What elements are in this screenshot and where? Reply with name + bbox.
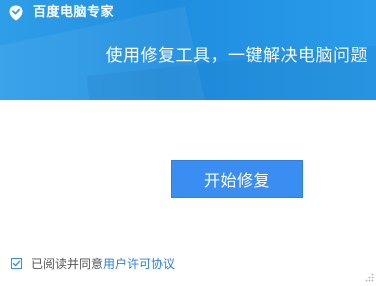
resize-grip-icon[interactable] bbox=[364, 267, 374, 282]
agree-checkbox[interactable] bbox=[11, 257, 22, 269]
license-agreement-link[interactable]: 用户许可协议 bbox=[103, 255, 175, 272]
agree-text: 已阅读并同意 bbox=[31, 256, 104, 271]
header-tagline: 使用修复工具，一键解决电脑问题 bbox=[105, 46, 368, 66]
license-agreement-row: 已阅读并同意 用户许可协议 bbox=[11, 255, 175, 271]
checkmark-icon bbox=[12, 260, 21, 266]
baidu-shield-logo-icon bbox=[7, 4, 25, 22]
header-banner: 百度电脑专家 使用修复工具，一键解决电脑问题 bbox=[0, 0, 376, 100]
start-repair-button[interactable]: 开始修复 bbox=[171, 160, 303, 198]
app-title: 百度电脑专家 bbox=[33, 5, 115, 20]
